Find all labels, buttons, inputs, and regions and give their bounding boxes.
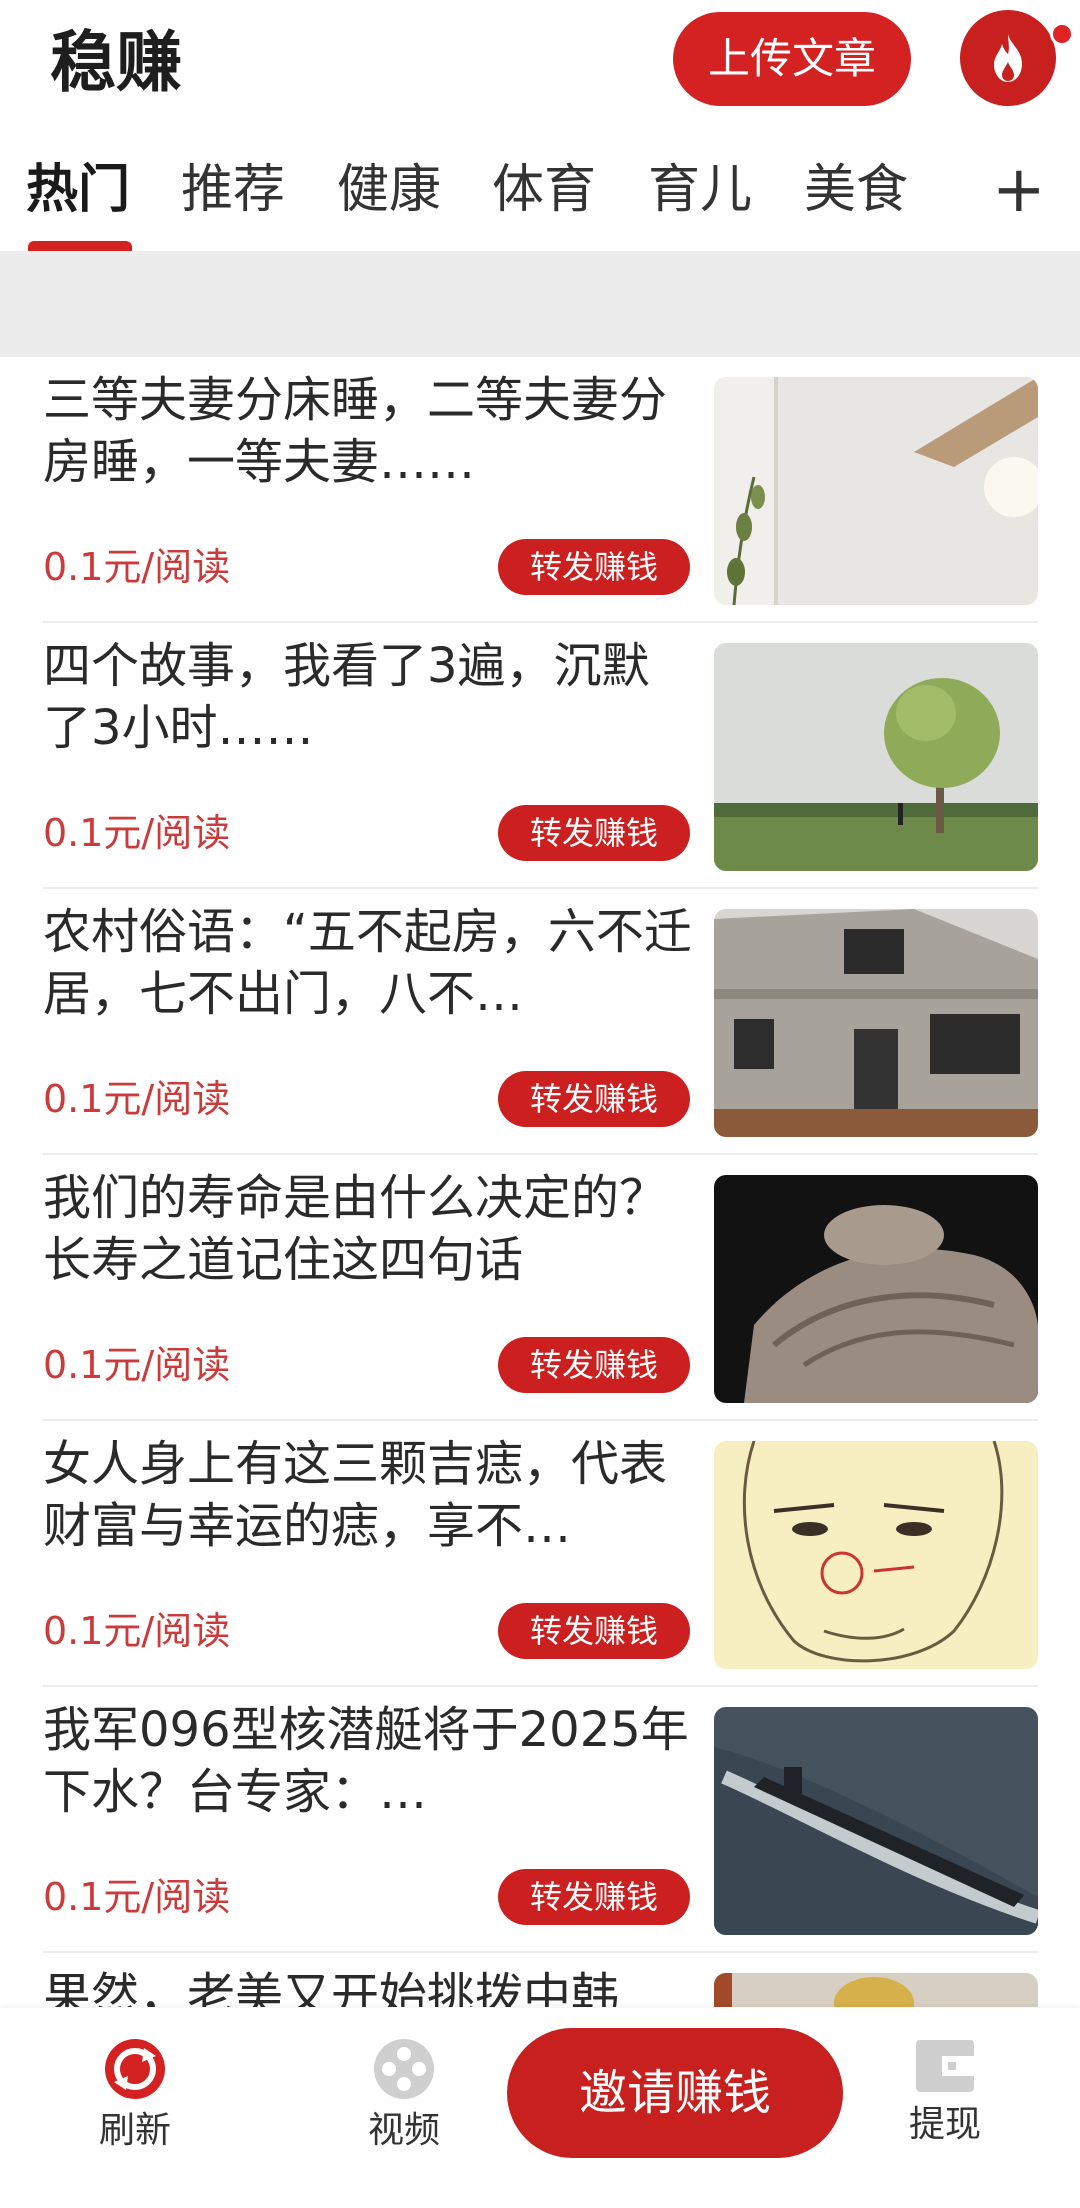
article-thumbnail[interactable] (714, 1707, 1038, 1935)
nav-video-label: 视频 (367, 2110, 440, 2151)
share-earn-button[interactable]: 转发赚钱 (498, 1337, 690, 1393)
article-list: 三等夫妻分床睡，二等夫妻分房睡，一等夫妻…… 0.1元/阅读 转发赚钱 四个故事… (0, 357, 1080, 2007)
article-title[interactable]: 果然，老美又开始挑拨中韩 (43, 1965, 693, 2007)
article-thumbnail[interactable] (714, 909, 1038, 1137)
nav-refresh-label: 刷新 (98, 2110, 171, 2151)
video-reel-icon (374, 2039, 434, 2099)
article-row[interactable]: 我军096型核潜艇将于2025年下水？台专家：… 0.1元/阅读 转发赚钱 (0, 1687, 1080, 1953)
article-price: 0.1元/阅读 (43, 811, 231, 855)
article-title[interactable]: 女人身上有这三颗吉痣，代表财富与幸运的痣，享不… (43, 1433, 693, 1557)
flame-icon (994, 34, 1022, 82)
nav-video[interactable]: 视频 (334, 2038, 474, 2156)
article-price: 0.1元/阅读 (43, 1875, 231, 1919)
tab-parenting[interactable]: 育儿 (648, 145, 752, 235)
article-row[interactable]: 农村俗语：“五不起房，六不迁居，七不出门，八不… 0.1元/阅读 转发赚钱 (0, 889, 1080, 1155)
share-earn-button[interactable]: 转发赚钱 (498, 805, 690, 861)
article-thumbnail[interactable] (714, 1175, 1038, 1403)
article-price: 0.1元/阅读 (43, 545, 231, 589)
add-tab-button[interactable]: + (992, 145, 1046, 235)
nav-withdraw[interactable]: 提现 (875, 2038, 1015, 2150)
article-title[interactable]: 四个故事，我看了3遍，沉默了3小时…… (43, 635, 693, 759)
article-title[interactable]: 农村俗语：“五不起房，六不迁居，七不出门，八不… (43, 901, 693, 1025)
notification-dot (1050, 22, 1074, 46)
nav-refresh[interactable]: 刷新 (65, 2038, 205, 2156)
nav-withdraw-label: 提现 (908, 2104, 981, 2145)
banner-placeholder (0, 251, 1080, 357)
share-earn-button[interactable]: 转发赚钱 (498, 1869, 690, 1925)
category-tabs: 热门 推荐 健康 体育 育儿 美食 + (0, 145, 1080, 253)
share-earn-button[interactable]: 转发赚钱 (498, 1603, 690, 1659)
article-row[interactable]: 我们的寿命是由什么决定的？长寿之道记住这四句话 0.1元/阅读 转发赚钱 (0, 1155, 1080, 1421)
article-thumbnail[interactable] (714, 643, 1038, 871)
article-row[interactable]: 果然，老美又开始挑拨中韩 (0, 1953, 1080, 2007)
app-title: 稳赚 (50, 24, 182, 101)
invite-earn-button[interactable]: 邀请赚钱 (507, 2028, 843, 2158)
bottom-nav: 刷新 视频 邀请赚钱 提现 (0, 2008, 1080, 2208)
article-title[interactable]: 三等夫妻分床睡，二等夫妻分房睡，一等夫妻…… (43, 369, 693, 493)
article-price: 0.1元/阅读 (43, 1343, 231, 1387)
share-earn-button[interactable]: 转发赚钱 (498, 1071, 690, 1127)
upload-article-button[interactable]: 上传文章 (673, 12, 911, 106)
share-earn-button[interactable]: 转发赚钱 (498, 539, 690, 595)
tab-sports[interactable]: 体育 (492, 145, 596, 235)
hot-button[interactable] (960, 10, 1056, 106)
article-price: 0.1元/阅读 (43, 1609, 231, 1653)
article-row[interactable]: 三等夫妻分床睡，二等夫妻分房睡，一等夫妻…… 0.1元/阅读 转发赚钱 (0, 357, 1080, 623)
tab-hot[interactable]: 热门 (26, 145, 130, 235)
wallet-icon (916, 2040, 974, 2092)
app-header: 稳赚 上传文章 (0, 0, 1080, 128)
article-title[interactable]: 我军096型核潜艇将于2025年下水？台专家：… (43, 1699, 693, 1823)
article-thumbnail[interactable] (714, 1441, 1038, 1669)
article-price: 0.1元/阅读 (43, 1077, 231, 1121)
article-row[interactable]: 女人身上有这三颗吉痣，代表财富与幸运的痣，享不… 0.1元/阅读 转发赚钱 (0, 1421, 1080, 1687)
tab-recommend[interactable]: 推荐 (181, 145, 285, 235)
article-thumbnail[interactable] (714, 1973, 1038, 2007)
refresh-icon (105, 2039, 165, 2099)
article-title[interactable]: 我们的寿命是由什么决定的？长寿之道记住这四句话 (43, 1167, 693, 1291)
tab-health[interactable]: 健康 (337, 145, 441, 235)
article-thumbnail[interactable] (714, 377, 1038, 605)
article-row[interactable]: 四个故事，我看了3遍，沉默了3小时…… 0.1元/阅读 转发赚钱 (0, 623, 1080, 889)
tab-food[interactable]: 美食 (804, 145, 908, 235)
